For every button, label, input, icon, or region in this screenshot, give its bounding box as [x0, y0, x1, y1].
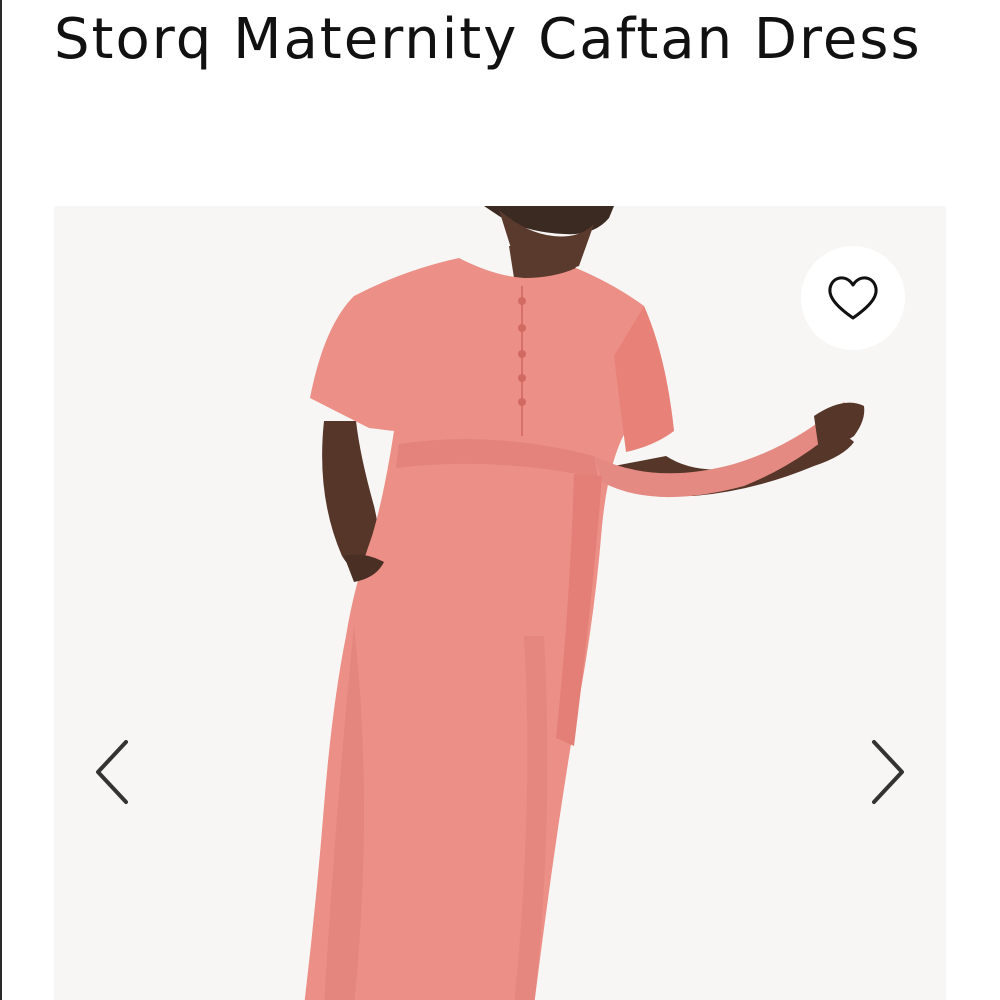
left-border: [0, 0, 2, 1000]
favorite-button[interactable]: [801, 246, 905, 350]
product-title: Storq Maternity Caftan Dress: [54, 7, 922, 72]
heart-outline-icon: [828, 276, 878, 320]
chevron-right-icon: [872, 740, 904, 804]
previous-image-button[interactable]: [90, 736, 134, 808]
product-page: Storq Maternity Caftan Dress: [0, 0, 1000, 1000]
next-image-button[interactable]: [866, 736, 910, 808]
product-image-gallery[interactable]: [54, 206, 946, 1000]
chevron-left-icon: [96, 740, 128, 804]
